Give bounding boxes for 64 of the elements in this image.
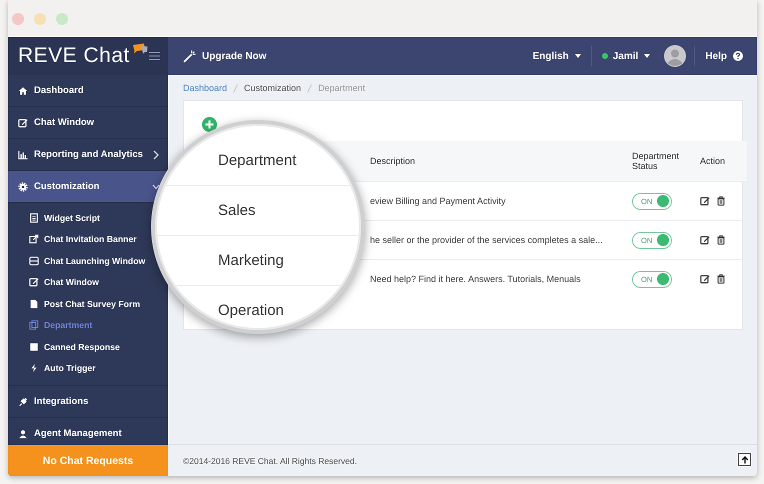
external-link-icon: [29, 234, 39, 244]
edit-icon: [18, 118, 28, 128]
table-cell: Operation: [218, 302, 284, 319]
edit-icon[interactable]: [700, 274, 710, 284]
trash-icon[interactable]: [716, 235, 726, 245]
submenu-item[interactable]: Chat Window: [29, 277, 99, 288]
table-cell: eview Billing and Payment Activity: [370, 196, 506, 206]
slash-icon: [307, 84, 312, 92]
caret-icon: [644, 54, 650, 58]
submenu-item[interactable]: Chat Launching Window: [29, 256, 146, 266]
scroll-top-button[interactable]: [738, 453, 751, 466]
question-icon: [733, 51, 743, 61]
magic-wand-icon: [183, 50, 196, 62]
column-header: Department Status: [632, 151, 680, 171]
trash-icon[interactable]: [716, 274, 726, 284]
submenu-item[interactable]: Auto Trigger: [29, 363, 96, 374]
sidebar-item[interactable]: Chat Window: [18, 117, 94, 128]
submenu-item[interactable]: Canned Response: [29, 342, 120, 352]
gear-icon: [18, 182, 28, 192]
chevron-right-icon[interactable]: [152, 150, 160, 160]
column-header: Description: [370, 156, 416, 166]
chat-bubble-icon: [132, 43, 148, 55]
add-button[interactable]: [202, 117, 217, 132]
table-cell: Marketing: [218, 252, 284, 269]
sidebar-item[interactable]: Reporting and Analytics: [18, 149, 143, 160]
upgrade-button[interactable]: Upgrade Now: [183, 44, 276, 68]
column-header: Action: [700, 156, 726, 166]
edit-icon[interactable]: [700, 235, 710, 245]
sidebar-item[interactable]: Customization: [18, 181, 100, 192]
menu-icon[interactable]: [149, 52, 160, 60]
column-header: Department: [218, 152, 296, 169]
house-icon: [18, 86, 28, 96]
square-icon: [29, 342, 39, 352]
copyright-text: ©2014-2016 REVE Chat. All Rights Reserved.: [183, 456, 357, 466]
caret-icon: [574, 54, 581, 58]
copy-icon: [29, 320, 39, 330]
logo-text: REVE Chat: [18, 44, 130, 68]
breadcrumb-link[interactable]: Customization: [244, 83, 302, 93]
document-icon: [29, 212, 39, 223]
help-button[interactable]: Help: [695, 44, 753, 68]
edit-icon[interactable]: [700, 196, 710, 206]
plug-icon: [18, 396, 28, 406]
language-dropdown[interactable]: English: [522, 44, 591, 68]
submenu-item[interactable]: Post Chat Survey Form: [29, 298, 140, 309]
table-cell: Sales: [218, 202, 256, 219]
trash-icon[interactable]: [716, 196, 726, 206]
window-icon: [29, 256, 39, 266]
submenu-item[interactable]: Chat Invitation Banner: [29, 234, 137, 244]
table-cell: he seller or the provider of the services completes a sale...: [370, 235, 603, 245]
person-icon: [18, 428, 28, 438]
sidebar-item[interactable]: Integrations: [18, 396, 88, 407]
file-icon: [29, 298, 39, 309]
sidebar-item[interactable]: Agent Management: [18, 428, 122, 439]
submenu-item[interactable]: Widget Script: [29, 212, 100, 223]
arrow-up-icon: [740, 456, 748, 464]
bar-chart-icon: [18, 150, 28, 160]
avatar-icon[interactable]: [664, 45, 686, 67]
user-dropdown[interactable]: Jamil: [608, 44, 660, 68]
table-cell: Need help? Find it here. Answers. Tutorials, Menuals: [370, 274, 581, 284]
breadcrumb-current: Department: [318, 83, 366, 93]
sidebar-item[interactable]: Dashboard: [18, 85, 84, 96]
edit-icon: [29, 277, 39, 288]
lightning-icon: [29, 363, 39, 374]
slash-icon: [233, 84, 238, 92]
